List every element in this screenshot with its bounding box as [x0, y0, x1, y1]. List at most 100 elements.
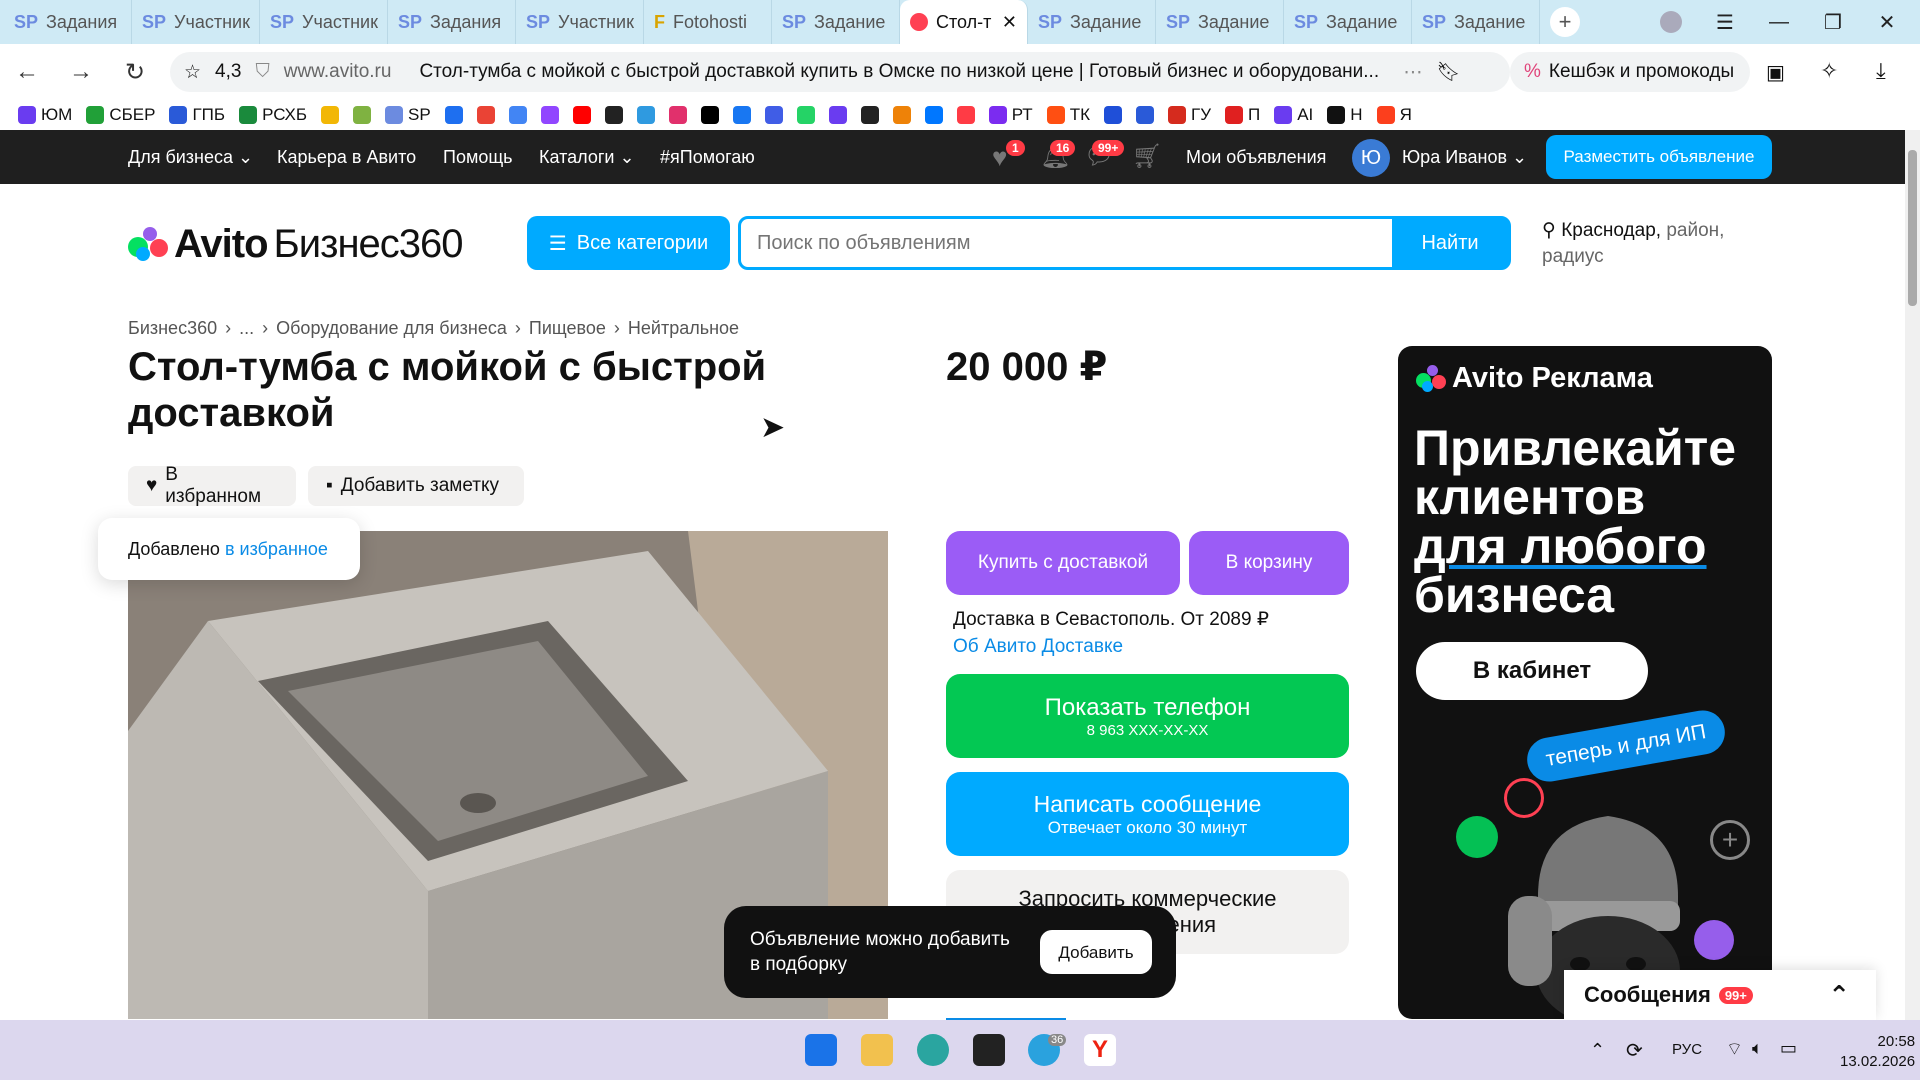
logo[interactable]: Avito Бизнес360	[128, 222, 464, 267]
bookmark-item[interactable]: ГПБ	[169, 105, 225, 125]
browser-tab[interactable]: SP Участник	[516, 0, 644, 44]
find-button[interactable]: Найти	[1392, 219, 1508, 267]
more-icon[interactable]: ⋯	[1403, 61, 1422, 84]
close-window-icon[interactable]: ✕	[1860, 0, 1914, 44]
sync-icon[interactable]: ⟳	[1626, 1038, 1643, 1063]
browser-tab[interactable]: SP Задание	[772, 0, 900, 44]
messages-widget[interactable]: Сообщения 99+ ⌃	[1564, 970, 1876, 1020]
image-icon[interactable]: ▣	[1766, 60, 1785, 85]
url-field[interactable]: ☆ 4,3 ⛉ www.avito.ru Стол-тумба с мойкой…	[170, 52, 1510, 92]
chevron-up-tray-icon[interactable]: ⌃	[1590, 1040, 1605, 1061]
restore-icon[interactable]: ❐	[1806, 0, 1860, 44]
bookmark-item[interactable]: Я	[1376, 105, 1412, 125]
bookmark-item[interactable]: SP	[385, 105, 431, 125]
chevron-up-icon[interactable]: ⌃	[1828, 980, 1850, 1011]
battery-icon[interactable]: ▭	[1780, 1038, 1797, 1059]
close-tab-icon[interactable]: ✕	[1002, 12, 1017, 33]
avatar[interactable]: Ю	[1352, 139, 1390, 177]
snackbar-add-button[interactable]: Добавить	[1040, 930, 1152, 974]
show-phone-button[interactable]: Показать телефон 8 963 XXX-XX-XX	[946, 674, 1349, 758]
browser-tab[interactable]: SP Участник	[260, 0, 388, 44]
reload-icon[interactable]: ↻	[108, 58, 162, 87]
browser-tab[interactable]: Стол-т ✕	[900, 0, 1028, 44]
user-menu[interactable]: Юра Иванов ⌄	[1402, 147, 1527, 168]
browser-tab[interactable]: SP Задание	[1412, 0, 1540, 44]
bookmark-item[interactable]	[924, 106, 943, 124]
nav-for-business[interactable]: Для бизнеса ⌄	[128, 147, 253, 168]
profile-icon[interactable]	[1644, 0, 1698, 44]
bookmark-item[interactable]	[668, 106, 687, 124]
clock[interactable]: 20:58 13.02.2026	[1840, 1032, 1915, 1072]
bookmark-item[interactable]	[572, 106, 591, 124]
browser-tab[interactable]: SP Задание	[1028, 0, 1156, 44]
star-icon[interactable]: ☆	[184, 61, 201, 84]
bookmark-item[interactable]: ЮМ	[18, 105, 72, 125]
volume-icon[interactable]: 🔈︎	[1752, 1038, 1763, 1059]
wifi-icon[interactable]: ⌔	[1726, 1038, 1743, 1061]
browser-tab[interactable]: F Fotohosti	[644, 0, 772, 44]
bookmark-item[interactable]	[1103, 106, 1122, 124]
language-indicator[interactable]: РУС	[1672, 1041, 1702, 1058]
my-ads-link[interactable]: Мои объявления	[1186, 147, 1326, 168]
bookmark-item[interactable]	[540, 106, 559, 124]
bookmark-item[interactable]	[796, 106, 815, 124]
app-h-icon[interactable]	[973, 1034, 1005, 1066]
bookmark-item[interactable]	[604, 106, 623, 124]
browser-tab[interactable]: SP Задания	[4, 0, 132, 44]
bookmark-item[interactable]	[828, 106, 847, 124]
page-scrollbar[interactable]	[1905, 130, 1920, 1020]
bookmark-item[interactable]	[476, 106, 495, 124]
browser-tab[interactable]: SP Участник	[132, 0, 260, 44]
bookmark-item[interactable]	[764, 106, 783, 124]
toast-favorites-link[interactable]: в избранное	[225, 539, 328, 560]
bookmark-item[interactable]	[508, 106, 527, 124]
bookmark-item[interactable]: РСХБ	[239, 105, 307, 125]
forward-icon[interactable]: →	[54, 58, 108, 86]
yandex-browser-icon[interactable]: Y	[1084, 1034, 1116, 1066]
windows-start-icon[interactable]	[805, 1034, 837, 1066]
breadcrumb-item[interactable]: ...	[239, 318, 254, 339]
menu-icon[interactable]: ☰	[1698, 0, 1752, 44]
location-selector[interactable]: ⚲ Краснодар, район, радиус	[1542, 218, 1742, 270]
breadcrumb-item[interactable]: Нейтральное	[628, 318, 739, 339]
all-categories-button[interactable]: ☰ Все категории	[527, 216, 730, 270]
download-icon[interactable]: ⤓	[1876, 58, 1886, 84]
cashback-button[interactable]: % Кешбэк и промокоды	[1510, 52, 1750, 92]
file-explorer-icon[interactable]	[861, 1034, 893, 1066]
cart-icon[interactable]: 🛒︎	[1132, 142, 1162, 171]
bookmark-item[interactable]: ГУ	[1167, 105, 1211, 125]
bookmark-item[interactable]: СБЕР	[86, 105, 155, 125]
bookmark-item[interactable]	[892, 106, 911, 124]
bookmark-item[interactable]	[956, 106, 975, 124]
extensions-icon[interactable]: ✧	[1820, 58, 1838, 84]
place-ad-button[interactable]: Разместить объявление	[1546, 135, 1772, 179]
search-input[interactable]	[741, 231, 1391, 255]
bookmark-icon[interactable]: 🔖︎	[1436, 60, 1460, 84]
edge-browser-icon[interactable]	[917, 1034, 949, 1066]
ad-cabinet-button[interactable]: В кабинет	[1416, 642, 1648, 700]
write-message-button[interactable]: Написать сообщение Отвечает около 30 мин…	[946, 772, 1349, 856]
favorite-toggle[interactable]: ♥ В избранном	[128, 464, 296, 507]
bookmark-item[interactable]	[732, 106, 751, 124]
breadcrumb-item[interactable]: Пищевое	[529, 318, 606, 339]
bookmark-item[interactable]: РТ	[988, 105, 1033, 125]
nav-help[interactable]: Помощь	[443, 147, 513, 168]
bookmark-item[interactable]	[700, 106, 719, 124]
browser-tab[interactable]: SP Задание	[1284, 0, 1412, 44]
avito-delivery-link[interactable]: Об Авито Доставке	[953, 633, 1269, 660]
bookmark-item[interactable]	[636, 106, 655, 124]
add-to-cart-button[interactable]: В корзину	[1189, 531, 1349, 595]
nav-ya-pomogayu[interactable]: #яПомогаю	[660, 147, 755, 168]
ad-banner[interactable]: Avito Реклама Привлекайте клиентов для л…	[1398, 346, 1772, 1019]
bookmark-item[interactable]	[321, 106, 340, 124]
bookmark-item[interactable]	[353, 106, 372, 124]
scrollbar-thumb[interactable]	[1908, 150, 1917, 306]
breadcrumb-item[interactable]: Бизнес360	[128, 318, 217, 339]
add-note-button[interactable]: ▪ Добавить заметку	[308, 466, 524, 506]
bookmark-item[interactable]	[1135, 106, 1154, 124]
bookmark-item[interactable]: П	[1225, 105, 1260, 125]
browser-tab[interactable]: SP Задания	[388, 0, 516, 44]
nav-career[interactable]: Карьера в Авито	[277, 147, 416, 168]
browser-tab[interactable]: SP Задание	[1156, 0, 1284, 44]
bookmark-item[interactable]	[444, 106, 463, 124]
